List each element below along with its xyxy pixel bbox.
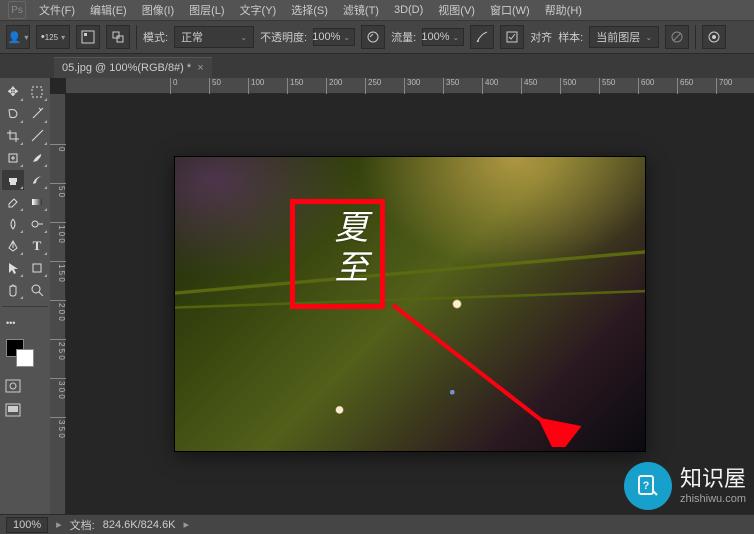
zoom-tool[interactable] — [26, 280, 48, 300]
screen-mode-toggle[interactable] — [2, 401, 24, 419]
doc-info-value: 824.6K/824.6K — [103, 519, 176, 531]
sample-select[interactable]: 当前图层⌄ — [589, 26, 659, 48]
ruler-horizontal[interactable]: 0 50 100 150 200 250 300 350 400 450 500… — [66, 78, 754, 94]
opacity-input[interactable]: 100%⌄ — [313, 28, 355, 46]
tool-preset-picker[interactable]: 👤▾ — [6, 25, 30, 49]
move-tool[interactable]: ✥ — [2, 82, 24, 102]
menu-image[interactable]: 图像(I) — [136, 0, 180, 20]
menu-file[interactable]: 文件(F) — [33, 0, 81, 20]
background-color[interactable] — [16, 349, 34, 367]
history-brush-tool[interactable] — [26, 170, 48, 190]
menu-select[interactable]: 选择(S) — [285, 0, 334, 20]
document-tab-bar: 05.jpg @ 100%(RGB/8#) * × — [0, 54, 754, 78]
tab-title: 05.jpg @ 100%(RGB/8#) * — [62, 62, 191, 74]
quick-mask-row — [2, 377, 48, 395]
path-selection-tool[interactable] — [2, 258, 24, 278]
menu-type[interactable]: 文字(Y) — [234, 0, 283, 20]
menu-3d[interactable]: 3D(D) — [388, 2, 429, 18]
clone-stamp-tool[interactable] — [2, 170, 24, 190]
hand-tool[interactable] — [2, 280, 24, 300]
watermark-logo-icon: ? — [624, 462, 672, 510]
menu-edit[interactable]: 编辑(E) — [84, 0, 133, 20]
blur-tool[interactable] — [2, 214, 24, 234]
edit-toolbar[interactable]: ••• — [2, 313, 24, 333]
brush-panel-toggle[interactable] — [76, 25, 100, 49]
menu-filter[interactable]: 滤镜(T) — [337, 0, 385, 20]
options-bar: 👤▾ •125▾ 模式: 正常⌄ 不透明度: 100%⌄ 流量: 100%⌄ 对… — [0, 20, 754, 54]
status-bar: 100% ▸ 文档: 824.6K/824.6K ▸ — [0, 514, 754, 534]
quick-mask-toggle[interactable] — [2, 377, 24, 395]
crop-tool[interactable] — [2, 126, 24, 146]
menu-help[interactable]: 帮助(H) — [539, 0, 588, 20]
menu-view[interactable]: 视图(V) — [432, 0, 481, 20]
watermark-title: 知识屋 — [680, 466, 746, 492]
eyedropper-tool[interactable] — [26, 126, 48, 146]
gradient-tool[interactable] — [26, 192, 48, 212]
tool-panel: ✥ T ••• — [0, 78, 50, 514]
screen-mode-row — [2, 401, 48, 419]
magic-wand-tool[interactable] — [26, 104, 48, 124]
ignore-adjustment-toggle[interactable] — [665, 25, 689, 49]
align-label: 对齐 — [530, 29, 552, 45]
type-tool[interactable]: T — [26, 236, 48, 256]
watermark-url: zhishiwu.com — [680, 493, 746, 506]
tab-close-icon[interactable]: × — [197, 62, 203, 74]
workspace: 0 50 100 150 200 250 300 350 400 450 500… — [50, 78, 754, 514]
canvas[interactable]: 夏至 — [175, 157, 645, 451]
clone-source-panel[interactable] — [106, 25, 130, 49]
flow-input[interactable]: 100%⌄ — [422, 28, 464, 46]
separator — [2, 306, 48, 307]
airbrush-toggle[interactable] — [470, 25, 494, 49]
canvas-text: 夏至 — [323, 209, 372, 289]
chevron-right-icon[interactable]: ▸ — [184, 518, 190, 531]
color-swatches[interactable] — [2, 335, 48, 371]
dodge-tool[interactable] — [26, 214, 48, 234]
align-checkbox[interactable] — [500, 25, 524, 49]
mode-label: 模式: — [143, 29, 168, 45]
doc-info-label: 文档: — [70, 517, 95, 533]
flow-label: 流量: — [391, 29, 416, 45]
document-tab[interactable]: 05.jpg @ 100%(RGB/8#) * × — [54, 57, 212, 78]
canvas-viewport[interactable]: 夏至 — [66, 94, 754, 514]
zoom-level-input[interactable]: 100% — [6, 517, 48, 533]
brush-tool[interactable] — [26, 148, 48, 168]
sample-label: 样本: — [558, 29, 583, 45]
menu-layer[interactable]: 图层(L) — [183, 0, 230, 20]
healing-brush-tool[interactable] — [2, 148, 24, 168]
svg-text:?: ? — [643, 480, 650, 492]
app-logo: Ps — [8, 1, 26, 19]
pressure-opacity-toggle[interactable] — [361, 25, 385, 49]
eraser-tool[interactable] — [2, 192, 24, 212]
chevron-right-icon[interactable]: ▸ — [56, 518, 62, 531]
ruler-vertical[interactable]: 0 5 0 1 0 0 1 5 0 2 0 0 2 5 0 3 0 0 3 5 … — [50, 94, 66, 514]
shape-tool[interactable] — [26, 258, 48, 278]
menu-bar: Ps 文件(F) 编辑(E) 图像(I) 图层(L) 文字(Y) 选择(S) 滤… — [0, 0, 754, 20]
brush-preset-picker[interactable]: •125▾ — [36, 25, 70, 49]
watermark: ? 知识屋 zhishiwu.com — [624, 462, 746, 510]
mode-select[interactable]: 正常⌄ — [174, 26, 254, 48]
photo-layer — [175, 157, 645, 451]
lasso-tool[interactable] — [2, 104, 24, 124]
pressure-size-toggle[interactable] — [702, 25, 726, 49]
menu-window[interactable]: 窗口(W) — [484, 0, 536, 20]
marquee-tool[interactable] — [26, 82, 48, 102]
pen-tool[interactable] — [2, 236, 24, 256]
opacity-label: 不透明度: — [260, 29, 307, 45]
